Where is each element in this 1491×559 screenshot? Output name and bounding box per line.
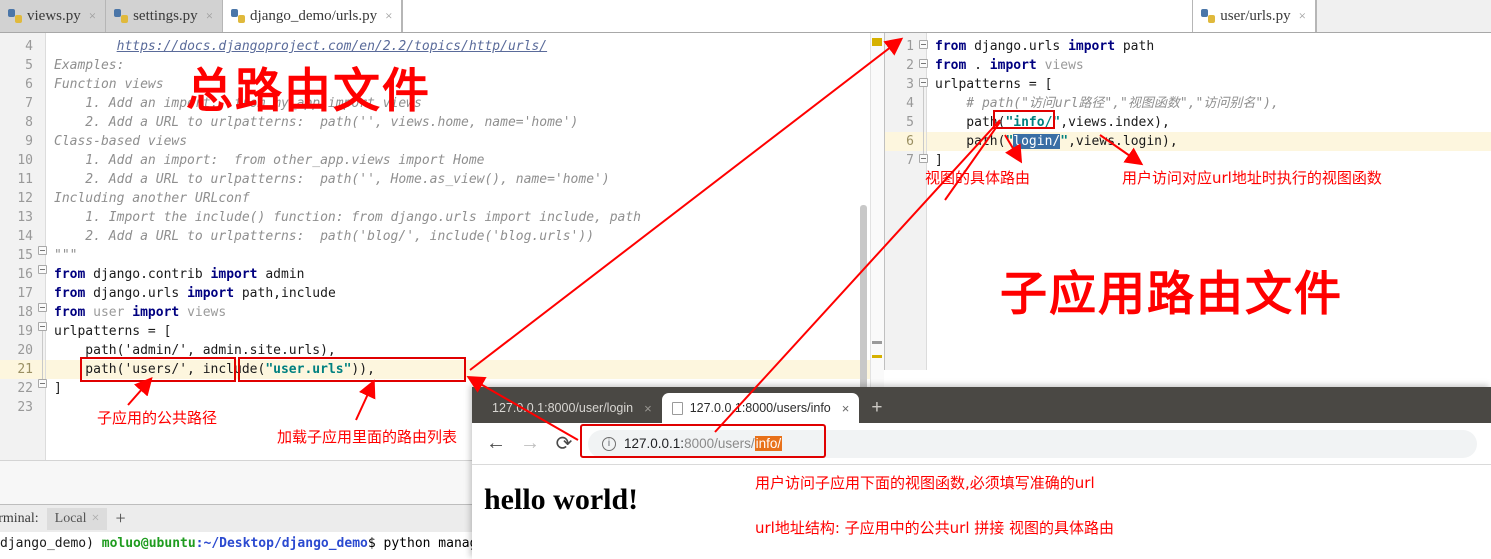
code-line: 1. Import the include() function: from d… — [54, 210, 641, 225]
terminal-env: django_demo) — [0, 536, 94, 551]
code-line: from django.urls import path,include — [54, 286, 336, 301]
terminal-tab-label: Local — [54, 510, 87, 526]
ide-tab-django-demo-urls-py[interactable]: django_demo/urls.py × — [223, 0, 403, 32]
close-icon[interactable]: × — [89, 8, 96, 24]
code-line: 1. Add an import: from my_app import vie… — [54, 96, 422, 111]
python-file-icon — [114, 9, 129, 23]
ide-tab-label: django_demo/urls.py — [250, 7, 378, 24]
forward-icon[interactable]: → — [520, 432, 540, 455]
ide-tab-label: views.py — [27, 7, 81, 24]
url-host: 127.0.0.1: — [624, 436, 685, 451]
selected-text: login/ — [1013, 134, 1061, 149]
code-line: from django.urls import path — [935, 39, 1155, 54]
ide-tab-label: user/urls.py — [1220, 7, 1291, 24]
ide-tab-settings-py[interactable]: settings.py × — [106, 0, 224, 32]
fold-range-line — [923, 87, 924, 154]
reload-icon[interactable]: ⟳ — [554, 431, 574, 456]
right-editor-code[interactable]: from django.urls import path from . impo… — [927, 33, 1491, 370]
code-line: urlpatterns = [ — [54, 324, 172, 339]
code-line: 2. Add a URL to urlpatterns: path('blog/… — [54, 229, 595, 244]
ide-tab-label: settings.py — [133, 7, 198, 24]
code-line: https://docs.djangoproject.com/en/2.2/to… — [46, 37, 884, 56]
close-icon[interactable]: × — [385, 8, 392, 24]
code-line-current: path("login/",views.login), — [927, 132, 1491, 151]
code-line: urlpatterns = [ — [935, 77, 1053, 92]
marker-change[interactable] — [872, 341, 882, 344]
code-line: path("info/",views.index), — [935, 115, 1170, 130]
code-line: Including another URLconf — [54, 191, 250, 206]
python-file-icon — [231, 9, 246, 23]
code-line: path('admin/', admin.site.urls), — [54, 343, 336, 358]
add-terminal-icon[interactable]: + — [115, 508, 125, 529]
close-icon[interactable]: × — [92, 511, 100, 527]
browser-page-content: hello world! — [472, 465, 1491, 559]
back-icon[interactable]: ← — [486, 432, 506, 455]
terminal-user: moluo@ubuntu — [101, 536, 196, 551]
terminal-dollar: $ — [367, 536, 376, 551]
close-icon[interactable]: × — [842, 401, 850, 416]
browser-toolbar: ← → ⟳ i 127.0.0.1:8000/users/info/ — [472, 423, 1491, 465]
browser-tab-strip: 127.0.0.1:8000/user/login × 127.0.0.1:80… — [472, 387, 1491, 423]
close-icon[interactable]: × — [1299, 8, 1306, 24]
ide-tab-user-urls-py[interactable]: user/urls.py × — [1192, 0, 1316, 32]
url-path: /users/ — [714, 436, 755, 451]
browser-tab-user-login[interactable]: 127.0.0.1:8000/user/login × — [482, 393, 662, 423]
ide-tab-views-py[interactable]: views.py × — [0, 0, 107, 32]
browser-window[interactable]: 127.0.0.1:8000/user/login × 127.0.0.1:80… — [472, 387, 1491, 559]
terminal-header: erminal: Local × + — [0, 504, 480, 532]
code-line: from user import views — [54, 305, 227, 320]
terminal-path: :~/Desktop/django_demo — [195, 536, 368, 551]
editor-pane-user-urls[interactable]: 1 2 3 4 5 6 7 from django.urls import pa… — [884, 33, 1491, 370]
url-text: 127.0.0.1:8000/users/info/ — [624, 436, 783, 451]
browser-tab-label: 127.0.0.1:8000/users/info — [689, 401, 831, 415]
ide-tab-empty-space — [402, 0, 1193, 32]
code-line: 2. Add a URL to urlpatterns: path('', Ho… — [54, 172, 610, 187]
close-icon[interactable]: × — [206, 8, 213, 24]
code-line: ] — [935, 153, 943, 168]
marker-warning[interactable] — [872, 38, 882, 46]
code-line: Class-based views — [54, 134, 188, 149]
close-icon[interactable]: × — [644, 401, 652, 416]
new-tab-icon[interactable]: + — [871, 397, 882, 419]
code-line: 2. Add a URL to urlpatterns: path('', vi… — [54, 115, 579, 130]
code-line-comment: # path("访问url路径","视图函数","访问别名"), — [935, 96, 1279, 111]
code-line: from . import views — [935, 58, 1084, 73]
code-line: """ — [54, 248, 78, 263]
code-line: 1. Add an import: from other_app.views i… — [54, 153, 485, 168]
page-heading: hello world! — [484, 483, 639, 516]
python-file-icon — [8, 9, 22, 23]
terminal-output[interactable]: django_demo) moluo@ubuntu:~/Desktop/djan… — [0, 532, 532, 559]
code-line: from django.contrib import admin — [54, 267, 305, 282]
terminal-tab-local[interactable]: Local × — [46, 507, 108, 530]
code-line: Examples: — [54, 58, 125, 73]
browser-tab-label: 127.0.0.1:8000/user/login — [492, 401, 634, 415]
page-icon — [671, 401, 683, 415]
site-info-icon[interactable]: i — [602, 436, 616, 451]
address-bar[interactable]: i 127.0.0.1:8000/users/info/ — [588, 429, 1477, 458]
marker-change[interactable] — [872, 355, 882, 358]
ide-tab-empty-space-right — [1316, 0, 1491, 32]
code-line: Function views — [54, 77, 164, 92]
url-highlight: info/ — [754, 436, 783, 451]
code-line-current: path('users/', include("user.urls")), — [46, 360, 884, 379]
browser-tab-users-info[interactable]: 127.0.0.1:8000/users/info × — [661, 393, 860, 423]
url-port: 8000 — [684, 436, 715, 451]
python-file-icon — [1201, 9, 1216, 23]
doc-url-link[interactable]: https://docs.djangoproject.com/en/2.2/to… — [117, 39, 547, 54]
terminal-label: erminal: — [0, 510, 39, 526]
fold-range-line — [42, 331, 43, 379]
ide-tab-bar: views.py × settings.py × django_demo/url… — [0, 0, 1491, 33]
